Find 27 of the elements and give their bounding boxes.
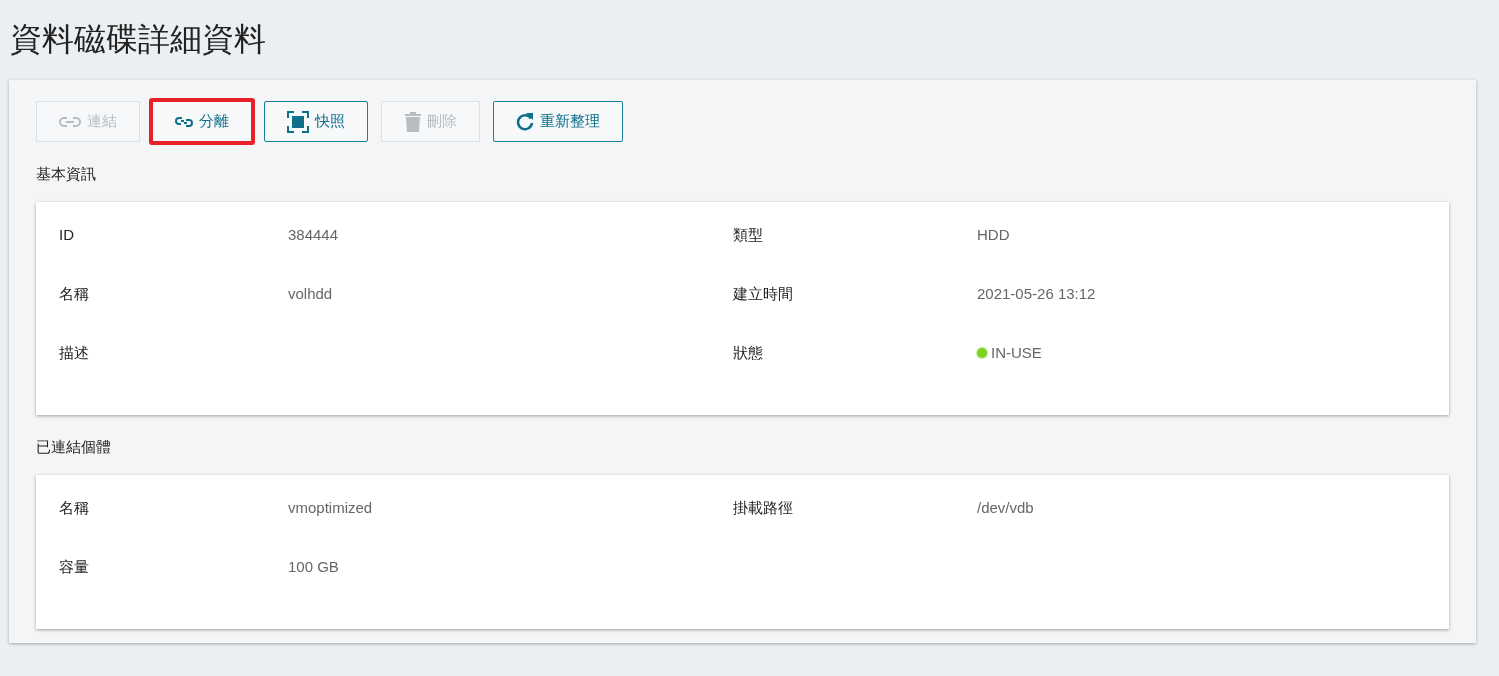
field-label: 容量 (59, 558, 90, 577)
refresh-icon (516, 111, 534, 132)
field-value: 2021-05-26 13:12 (977, 285, 1096, 303)
field-value: vmoptimized (288, 499, 373, 517)
field-value: volhdd (288, 285, 333, 303)
section-title: 已連結個體 (36, 437, 112, 457)
field-value: 384444 (288, 226, 339, 244)
field-value: /dev/vdb (977, 499, 1034, 517)
snapshot-button[interactable]: 快照 (264, 101, 368, 142)
field-value: IN-USE (991, 344, 1042, 362)
field-value: 100 GB (288, 558, 339, 576)
link-icon (59, 115, 81, 128)
section-title: 基本資訊 (36, 164, 97, 184)
trash-icon (404, 111, 421, 132)
field-label: 建立時間 (733, 285, 794, 304)
page-title: 資料磁碟詳細資料 (10, 20, 267, 59)
field-label: ID (59, 226, 75, 245)
field-label: 掛載路徑 (733, 499, 794, 518)
field-label: 描述 (59, 344, 90, 363)
field-label: 名稱 (59, 285, 90, 304)
field-label: 狀態 (733, 344, 764, 363)
broken-link-icon (175, 115, 193, 128)
snapshot-icon (287, 110, 309, 133)
field-label: 名稱 (59, 499, 90, 518)
field-label: 類型 (733, 226, 764, 245)
refresh-button[interactable]: 重新整理 (493, 101, 623, 142)
field-value: HDD (977, 226, 1010, 244)
